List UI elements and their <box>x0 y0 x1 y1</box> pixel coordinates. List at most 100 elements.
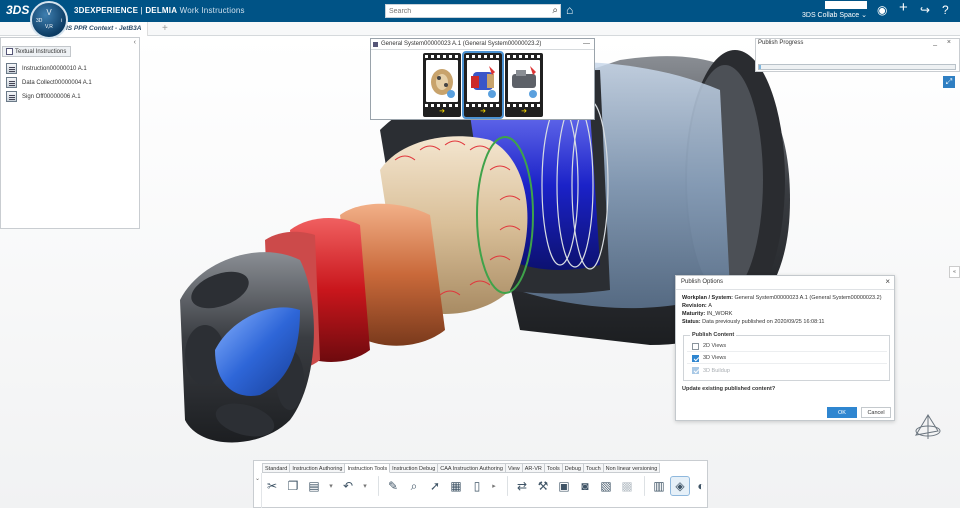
toolbar-tab[interactable]: Standard <box>262 463 291 473</box>
magnify-document-icon[interactable]: ⌕ <box>405 477 423 495</box>
paste-icon[interactable]: ▤ <box>305 477 323 495</box>
publish-content-group: Publish Content 2D Views 3D Views 3D Bui… <box>683 332 890 381</box>
cursor-select-icon[interactable]: ➚ <box>426 477 444 495</box>
arrow-icon: ➔ <box>439 108 445 115</box>
filmstrip-frame[interactable]: ➔ <box>505 53 543 117</box>
action-bar-collapse-icon[interactable]: ⌄ <box>254 473 262 508</box>
arrow-icon: ➔ <box>521 108 527 115</box>
copy-icon[interactable]: ❐ <box>284 477 302 495</box>
cancel-button[interactable]: Cancel <box>861 407 891 418</box>
image-icon[interactable]: ▧ <box>597 477 615 495</box>
toolbar-tab[interactable]: View <box>505 463 523 473</box>
system-icon <box>373 42 378 47</box>
more-icon[interactable]: ▸ <box>489 477 499 495</box>
workplan-info: Workplan / System: General System0000002… <box>682 295 882 301</box>
assembly-thumbnail <box>467 60 499 102</box>
filmstrip-frame[interactable]: ➔ <box>423 53 461 117</box>
compass-icon[interactable]: V 3D i V,R <box>30 1 68 39</box>
document-icon[interactable]: ▦ <box>447 477 465 495</box>
update-question: Update existing published content? <box>682 386 776 392</box>
action-bar-icons: ✂ ❐ ▤ ▾ ↶ ▾ ✎ ⌕ ➚ ▦ ▯ ▸ ⇄ ⚒ ▣ ◙ ▧ ▩ ▥ ◈ … <box>263 475 713 497</box>
publish-icon[interactable]: ◈ <box>670 476 690 496</box>
user-name-box[interactable] <box>825 1 867 9</box>
toolbar-tab[interactable]: Instruction Authoring <box>290 463 346 473</box>
checkbox-2d-views[interactable] <box>692 342 699 350</box>
component-thumbnail <box>508 60 540 102</box>
add-tab-icon[interactable]: + <box>162 23 168 34</box>
instruction-doc-icon <box>6 63 17 74</box>
panel-window-controls[interactable]: _ × <box>933 39 955 46</box>
tab-textual-instructions[interactable]: Textual Instructions <box>2 46 72 57</box>
ds-logo: 3DS <box>6 3 30 17</box>
compass-triad-icon[interactable] <box>908 405 948 445</box>
publish-progress-panel: Publish Progress _ × <box>755 38 960 72</box>
filmstrip-frame-selected[interactable]: ➔ <box>462 51 504 119</box>
toolbar-tab[interactable]: Non linear versioning <box>603 463 661 473</box>
action-bar-tabs: Standard Instruction Authoring Instruction… <box>262 463 661 473</box>
progress-fill <box>759 65 761 69</box>
toolbar-tab[interactable]: Touch <box>583 463 604 473</box>
textual-instructions-panel: ‹ Textual Instructions Instruction000000… <box>0 37 140 229</box>
status-info: Status: Data previously published on 202… <box>682 319 825 325</box>
add-icon[interactable]: + <box>899 0 908 15</box>
toolbar-tab[interactable]: Instruction Debug <box>390 463 439 473</box>
maturity-info: Maturity: IN_WORK <box>682 311 733 317</box>
data-collect-icon <box>6 77 17 88</box>
tools-icon[interactable]: ⚒ <box>534 477 552 495</box>
search-box: ⌕ <box>385 4 561 18</box>
expand-side-panel-icon[interactable]: « <box>949 266 960 278</box>
instruction-tab-icon <box>6 48 13 55</box>
part-thumbnail <box>426 60 458 102</box>
option-3d-views[interactable]: 3D Views <box>687 353 887 364</box>
toolbar-tab[interactable]: Tools <box>544 463 563 473</box>
collapse-panel-icon[interactable]: ‹ <box>134 39 136 46</box>
share-icon[interactable]: ↪ <box>920 3 930 17</box>
app-brand: 3DEXPERIENCE | DELMIA Work Instructions <box>74 6 245 15</box>
filmstrip-title: General System00000023 A.1 (General Syst… <box>371 39 594 50</box>
toolbar-tab[interactable]: Instruction Tools <box>345 463 391 473</box>
ok-button[interactable]: OK <box>827 407 857 418</box>
fit-all-icon[interactable]: ⤢ <box>943 76 955 88</box>
paste-dropdown-icon[interactable]: ▾ <box>326 477 336 495</box>
collab-space-selector[interactable]: 3DS Collab Space ⌄ <box>802 11 867 19</box>
dialog-title: Publish Options <box>681 279 724 285</box>
minimize-icon[interactable]: — <box>583 38 590 49</box>
page-icon[interactable]: ▯ <box>468 477 486 495</box>
cut-icon[interactable]: ✂ <box>263 477 281 495</box>
publish-content-legend: Publish Content <box>690 332 737 338</box>
user-icon[interactable]: ◉ <box>877 3 887 17</box>
instruction-item[interactable]: Instruction00000010 A.1 <box>6 62 87 75</box>
disabled-tool-icon: ▩ <box>621 479 633 493</box>
search-input[interactable] <box>389 6 539 17</box>
sign-off-item[interactable]: Sign Off00000006 A.1 <box>6 90 81 103</box>
capture-view-icon[interactable]: ▣ <box>555 477 573 495</box>
data-collect-item[interactable]: Data Collect00000004 A.1 <box>6 76 92 89</box>
action-bar: Standard Instruction Authoring Instruction… <box>253 460 708 508</box>
undo-dropdown-icon[interactable]: ▾ <box>360 477 370 495</box>
option-3d-buildup: 3D Buildup <box>687 365 887 376</box>
toolbar-tab[interactable]: CAA Instruction Authoring <box>438 463 506 473</box>
option-2d-views[interactable]: 2D Views <box>687 341 887 352</box>
close-icon[interactable]: × <box>885 277 890 286</box>
sign-off-icon <box>6 91 17 102</box>
checkbox-3d-buildup <box>692 367 699 374</box>
filmstrip-panel: General System00000023 A.1 (General Syst… <box>370 38 595 120</box>
publish-progress-title: Publish Progress <box>758 40 804 46</box>
camera-icon[interactable]: ◙ <box>576 477 594 495</box>
tag-icon[interactable]: ⌂ <box>566 3 573 17</box>
report-icon[interactable]: ▥ <box>650 477 668 495</box>
revision-info: Revision: A <box>682 303 712 309</box>
help-icon[interactable]: ? <box>942 3 949 17</box>
publish-options-dialog: Publish Options × Workplan / System: Gen… <box>675 275 895 421</box>
search-icon[interactable]: ⌕ <box>552 5 558 16</box>
swap-icon[interactable]: ⇄ <box>513 477 531 495</box>
edit-instruction-icon[interactable]: ✎ <box>384 477 402 495</box>
preview-icon[interactable]: ◐ <box>692 477 710 495</box>
toolbar-tab[interactable]: AR-VR <box>522 463 545 473</box>
publish-progress-bar <box>758 64 956 70</box>
toolbar-tab[interactable]: Debug <box>562 463 584 473</box>
undo-icon[interactable]: ↶ <box>339 477 357 495</box>
arrow-icon: ➔ <box>480 108 486 115</box>
tab-strip: YMS PPR Context - JetB3A + <box>0 22 960 36</box>
checkbox-3d-views[interactable] <box>692 354 699 362</box>
